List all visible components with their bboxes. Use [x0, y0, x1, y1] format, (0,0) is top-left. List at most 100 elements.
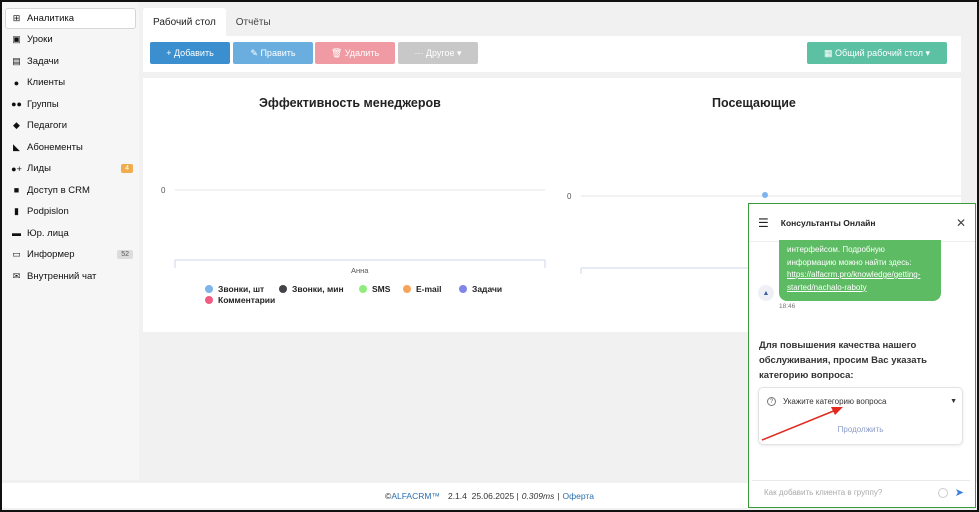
- category-card: ? Укажите категорию вопроса ▼ Продолжить: [758, 387, 963, 445]
- users-icon: ●●: [11, 99, 22, 110]
- sidebar-item-label: Группы: [27, 98, 59, 110]
- user-plus-icon: ●+: [11, 163, 22, 174]
- briefcase-icon: ▬: [12, 228, 21, 239]
- sidebar-item-label: Абонементы: [27, 141, 83, 153]
- tab-desktop[interactable]: Рабочий стол: [143, 8, 226, 36]
- bot-avatar-icon: ▲: [758, 285, 774, 301]
- edit-button[interactable]: ✎ Править: [233, 42, 313, 64]
- tag-icon: ◣: [13, 141, 20, 152]
- legend-dot: [205, 285, 213, 293]
- footer-timing: 0.309ms: [521, 490, 555, 501]
- map-icon: ⊞: [12, 13, 21, 23]
- legend-item-calls-minutes[interactable]: Звонки, мин: [279, 284, 344, 294]
- user-icon: ●: [13, 77, 20, 88]
- calendar-icon: ▣: [12, 34, 21, 45]
- sidebar-item-label: Уроки: [27, 34, 53, 46]
- chat-message-link[interactable]: https://alfacrm.pro/knowledge/getting-st…: [787, 270, 920, 292]
- sidebar-item-5[interactable]: ●● Группы: [2, 94, 139, 116]
- legend-dot: [205, 296, 213, 304]
- delete-button[interactable]: 🗑 Удалить: [315, 42, 395, 64]
- sidebar-item-label: Podpislon: [27, 206, 69, 218]
- graduation-cap-icon: ◆: [13, 120, 20, 131]
- legend-label: SMS: [372, 284, 391, 294]
- add-button[interactable]: + Добавить: [150, 42, 230, 64]
- legend-dot: [279, 285, 287, 293]
- footer-offer-link[interactable]: Оферта: [563, 491, 594, 501]
- sidebar-item-2[interactable]: ▣ Уроки: [2, 29, 139, 51]
- legend-item-email[interactable]: E-mail: [403, 284, 442, 294]
- clipboard-icon: ▤: [12, 55, 21, 66]
- menu-icon[interactable]: ☰: [758, 216, 769, 230]
- chevron-down-icon: ▼: [950, 398, 957, 405]
- category-select-value: Укажите категорию вопроса: [783, 397, 887, 406]
- count-badge: 4: [121, 164, 133, 174]
- legend-label: Звонки, мин: [292, 284, 344, 294]
- sidebar-item-label: Юр. лица: [27, 227, 69, 239]
- chat-message-text: интерфейсом. Подробную информацию можно …: [787, 245, 912, 267]
- sidebar-item-13[interactable]: ✉ Внутренний чат: [2, 266, 139, 288]
- footer-brand-link[interactable]: ALFACRM™: [391, 491, 440, 501]
- count-badge: 52: [117, 250, 133, 260]
- chat-header: ☰ Консультанты Онлайн ✕: [749, 204, 975, 242]
- sidebar-item-label: Информер: [27, 249, 75, 261]
- legend-dot: [359, 285, 367, 293]
- legend-dot: [403, 285, 411, 293]
- legend-label: Звонки, шт: [218, 284, 265, 294]
- sidebar-item-9[interactable]: ■ Доступ в CRM: [2, 180, 139, 202]
- legend-label: Комментарии: [218, 295, 276, 305]
- sidebar-item-label: Лиды: [27, 163, 51, 175]
- sidebar-item-10[interactable]: ▮ Podpislon: [2, 201, 139, 223]
- sidebar-item-1[interactable]: ⊞ Аналитика: [5, 8, 136, 29]
- question-icon: ?: [767, 397, 776, 406]
- tab-bar: Рабочий стол Отчёты: [143, 2, 970, 36]
- send-icon[interactable]: ➤: [955, 486, 964, 499]
- legend-item-comments[interactable]: Комментарии: [205, 295, 275, 305]
- legend-item-tasks[interactable]: Задачи: [459, 284, 502, 294]
- chat-widget: ☰ Консультанты Онлайн ✕ интерфейсом. Под…: [748, 203, 976, 508]
- chat-input[interactable]: Как добавить клиента в группу? ➤: [752, 480, 970, 504]
- envelope-icon: ✉: [12, 270, 21, 281]
- category-select[interactable]: ? Укажите категорию вопроса ▼: [767, 397, 957, 406]
- sidebar-item-4[interactable]: ● Клиенты: [2, 72, 139, 94]
- tab-reports[interactable]: Отчёты: [226, 8, 281, 36]
- close-icon[interactable]: ✕: [956, 216, 966, 230]
- toolbar: + Добавить ✎ Править 🗑 Удалить ··· Друго…: [143, 36, 961, 72]
- sidebar: ⊞ Аналитика ▣ Уроки ▤ Задачи ● Клиенты ●● Группы ◆…: [2, 2, 139, 480]
- legend-dot: [459, 285, 467, 293]
- inbox-icon: ▭: [12, 249, 21, 260]
- chat-title: Консультанты Онлайн: [780, 217, 876, 228]
- sidebar-item-label: Задачи: [27, 55, 59, 67]
- footer-version: 2.1.4 25.06.2025 |: [447, 490, 519, 501]
- chat-question-text: Для повышения качества нашего обслуживан…: [759, 340, 927, 381]
- sidebar-item-3[interactable]: ▤ Задачи: [2, 51, 139, 73]
- sidebar-item-label: Внутренний чат: [27, 270, 97, 282]
- sidebar-item-6[interactable]: ◆ Педагоги: [2, 115, 139, 137]
- legend-item-sms[interactable]: SMS: [359, 284, 390, 294]
- emoji-icon[interactable]: [938, 487, 948, 498]
- visitors-data-point: [762, 192, 768, 198]
- main-area: Рабочий стол Отчёты + Добавить ✎ Править…: [143, 2, 970, 72]
- legend-label: Задачи: [472, 284, 503, 294]
- sidebar-item-label: Педагоги: [27, 120, 68, 132]
- legend-item-calls-count[interactable]: Звонки, шт: [205, 284, 264, 294]
- file-icon: ▮: [14, 206, 19, 217]
- footer-separator: |: [557, 490, 560, 501]
- visitors-ytick-zero: 0: [567, 192, 572, 201]
- sidebar-item-7[interactable]: ◣ Абонементы: [2, 137, 139, 159]
- sidebar-item-11[interactable]: ▬ Юр. лица: [2, 223, 139, 245]
- sidebar-item-label: Клиенты: [27, 77, 66, 89]
- sidebar-item-label: Аналитика: [27, 13, 75, 24]
- sidebar-item-12[interactable]: ▭ Информер 52: [2, 244, 139, 266]
- managers-chart-title: Эффективность менеджеров: [259, 96, 441, 110]
- sidebar-item-8[interactable]: ●+ Лиды 4: [2, 158, 139, 180]
- chat-message-bubble: интерфейсом. Подробную информацию можно …: [779, 240, 941, 301]
- visitors-chart-title: Посещающие: [712, 96, 796, 110]
- managers-xtick-label: Анна: [351, 266, 369, 275]
- chat-input-placeholder: Как добавить клиента в группу?: [764, 488, 883, 497]
- other-dropdown-button[interactable]: ··· Другое ▾: [398, 42, 478, 64]
- sidebar-item-label: Доступ в CRM: [27, 184, 90, 196]
- lock-icon: ■: [13, 185, 20, 196]
- continue-button[interactable]: Продолжить: [759, 425, 962, 434]
- legend-label: E-mail: [416, 284, 442, 294]
- shared-desktop-button[interactable]: ▦ Общий рабочий стол ▾: [807, 42, 947, 64]
